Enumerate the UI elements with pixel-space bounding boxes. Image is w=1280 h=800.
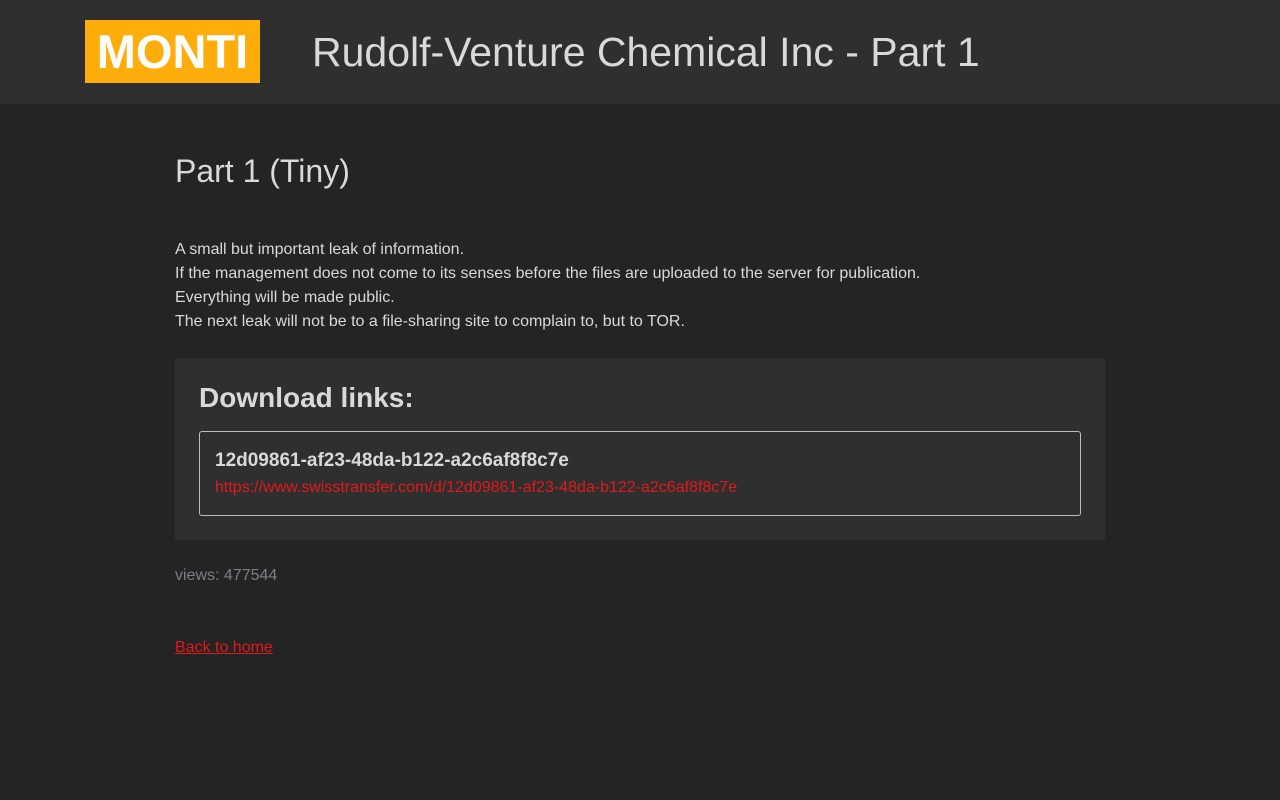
download-heading: Download links: bbox=[199, 382, 414, 413]
download-link-card: 12d09861-af23-48da-b122-a2c6af8f8c7e htt… bbox=[199, 431, 1081, 516]
back-to-home-link[interactable]: Back to home bbox=[175, 637, 273, 659]
description-line: A small but important leak of informatio… bbox=[175, 241, 465, 258]
page-title: Part 1 (Tiny) bbox=[175, 153, 350, 189]
description-line: Everything will be made public. bbox=[175, 289, 395, 306]
download-panel: Download links: 12d09861-af23-48da-b122-… bbox=[175, 358, 1105, 540]
leak-description: A small but important leak of informatio… bbox=[175, 238, 920, 334]
description-line: The next leak will not be to a file-shar… bbox=[175, 313, 685, 330]
download-url-link[interactable]: https://www.swisstransfer.com/d/12d09861… bbox=[215, 478, 737, 498]
site-title: Rudolf-Venture Chemical Inc - Part 1 bbox=[312, 29, 980, 75]
views-counter: views: 477544 bbox=[175, 567, 278, 584]
site-logo[interactable]: MONTI bbox=[85, 20, 260, 83]
download-file-name: 12d09861-af23-48da-b122-a2c6af8f8c7e bbox=[215, 450, 569, 471]
description-line: If the management does not come to its s… bbox=[175, 265, 921, 282]
site-header: MONTI Rudolf-Venture Chemical Inc - Part… bbox=[0, 0, 1280, 104]
